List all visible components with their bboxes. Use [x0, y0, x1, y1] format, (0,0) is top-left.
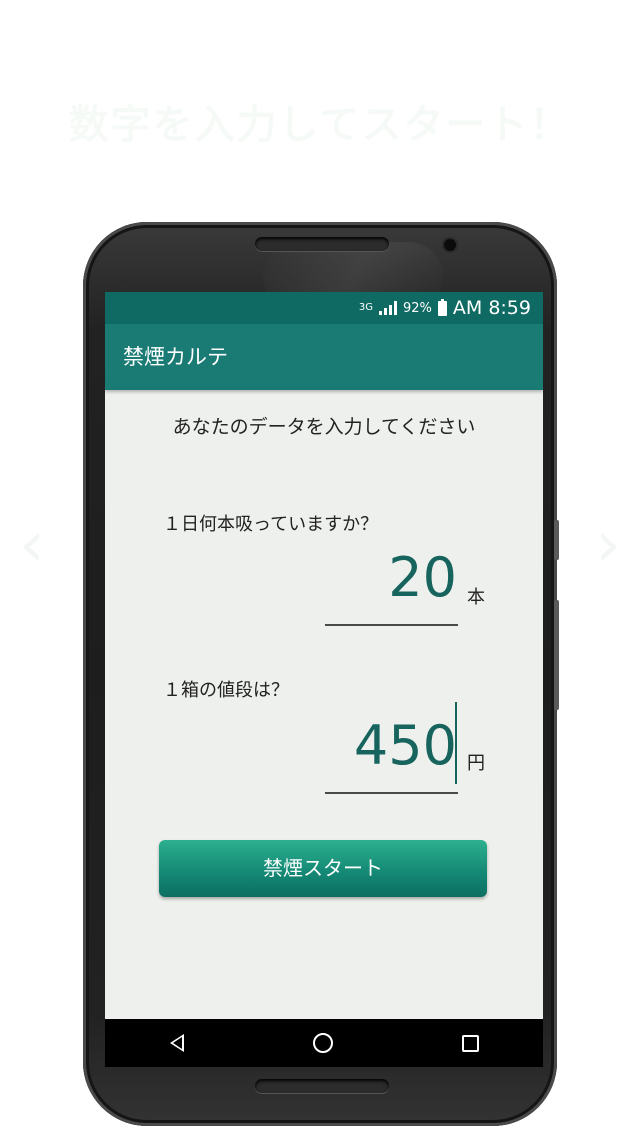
bottom-speaker — [255, 1079, 389, 1093]
signal-icon — [378, 301, 397, 315]
top-speaker — [255, 237, 389, 251]
app-title: 禁煙カルテ — [123, 345, 228, 369]
chevron-right-icon[interactable]: › — [590, 510, 626, 580]
chevron-left-icon[interactable]: ‹ — [14, 510, 50, 580]
input-prompt: あなたのデータを入力してください — [172, 416, 476, 438]
battery-icon — [437, 298, 447, 316]
price-input[interactable]: 450 — [354, 716, 457, 776]
status-bar: 3G 92% AM 8:59 — [105, 292, 543, 324]
cigarettes-input[interactable]: 20 — [388, 548, 457, 608]
front-camera-icon — [444, 239, 456, 251]
text-cursor — [455, 702, 457, 784]
headline: 数字を入力してスタート！ — [68, 102, 572, 148]
price-input-underline — [325, 792, 458, 794]
power-button — [554, 600, 559, 710]
cigarettes-question: １日何本吸っていますか？ — [163, 514, 379, 535]
price-unit: 円 — [467, 753, 485, 774]
cigarettes-unit: 本 — [467, 587, 485, 608]
phone-screen: 3G 92% AM 8:59 禁煙カルテ あなたのデータを入力してください １日… — [105, 292, 543, 1067]
cigarettes-input-underline — [325, 624, 458, 626]
home-icon[interactable] — [312, 1033, 333, 1053]
network-indicator: 3G — [358, 302, 373, 313]
start-button[interactable]: 禁煙スタート — [159, 840, 487, 897]
clock: AM 8:59 — [452, 297, 531, 319]
price-question: １箱の値段は？ — [163, 680, 289, 701]
nav-bar — [105, 1019, 543, 1067]
recents-icon[interactable] — [461, 1034, 479, 1052]
battery-percent: 92% — [402, 300, 432, 316]
volume-button — [554, 520, 559, 560]
back-icon[interactable] — [169, 1034, 184, 1052]
app-bar: 禁煙カルテ — [105, 324, 543, 390]
